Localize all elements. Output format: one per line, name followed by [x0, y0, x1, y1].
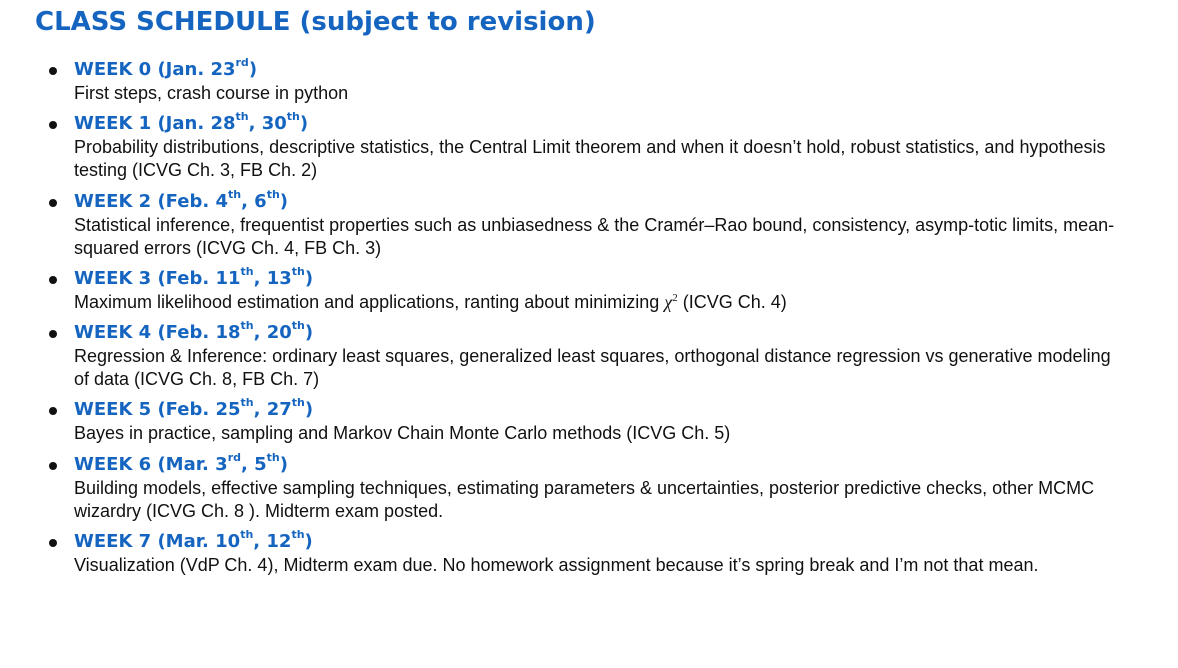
list-item-week-7: WEEK 7 (Mar. 10th, 12th) Visualization (… [0, 528, 1134, 577]
week-heading: WEEK 2 (Feb. 4th, 6th) [74, 187, 1134, 214]
bullet-icon [49, 539, 57, 548]
bullet-icon [49, 461, 57, 470]
week-heading: WEEK 5 (Feb. 25th, 27th) [74, 396, 1134, 422]
week-heading: WEEK 6 (Mar. 3rd, 5th) [74, 450, 1134, 477]
date-suffix: th [291, 319, 305, 333]
week-description: Probability distributions, descriptive s… [74, 137, 1106, 181]
bullet-icon [49, 121, 57, 130]
week-heading-date: , 20 [253, 322, 292, 344]
week-heading-label: WEEK 0 (Jan. 23 [74, 59, 236, 80]
week-heading-label: WEEK 7 (Mar. 10 [74, 531, 241, 553]
week-heading-label: WEEK 3 (Feb. 11 [74, 267, 241, 289]
date-suffix: th [266, 450, 280, 464]
week-description-text: Maximum likelihood estimation and applic… [74, 291, 665, 312]
bullet-icon [49, 275, 57, 284]
date-suffix: rd [235, 56, 249, 69]
date-suffix: th [240, 319, 254, 333]
date-suffix: th [291, 264, 305, 278]
chi-squared-symbol: χ2 [664, 292, 677, 312]
week-heading-label: WEEK 6 (Mar. 3 [74, 453, 228, 475]
list-item-week-6: WEEK 6 (Mar. 3rd, 5th) Building models, … [0, 450, 1134, 523]
date-suffix: th [286, 110, 300, 124]
list-item-week-5: WEEK 5 (Feb. 25th, 27th) Bayes in practi… [0, 396, 1134, 445]
list-item-week-0: WEEK 0 (Jan. 23rd) First steps, crash co… [0, 56, 1134, 105]
bullet-icon [49, 67, 57, 75]
week-heading-close: ) [279, 190, 289, 212]
week-heading-label: WEEK 5 (Feb. 25 [74, 399, 241, 421]
week-heading: WEEK 4 (Feb. 18th, 20th) [74, 319, 1134, 345]
week-heading-label: WEEK 1 (Jan. 28 [74, 113, 236, 135]
week-heading-label: WEEK 4 (Feb. 18 [74, 322, 241, 344]
bullet-icon [49, 198, 57, 207]
week-description: Bayes in practice, sampling and Markov C… [74, 423, 731, 444]
week-description: Maximum likelihood estimation and applic… [74, 291, 1129, 314]
week-heading: WEEK 0 (Jan. 23rd) [74, 56, 1134, 82]
date-suffix: th [235, 110, 249, 124]
list-item-week-4: WEEK 4 (Feb. 18th, 20th) Regression & In… [0, 319, 1134, 391]
date-suffix: th [240, 264, 254, 278]
week-description: Visualization (VdP Ch. 4), Midterm exam … [74, 555, 1039, 576]
week-heading-date: , 13 [253, 267, 292, 289]
week-description: Regression & Inference: ordinary least s… [74, 346, 1111, 390]
list-item-week-2: WEEK 2 (Feb. 4th, 6th) Statistical infer… [0, 187, 1134, 260]
week-heading: WEEK 7 (Mar. 10th, 12th) [74, 528, 1134, 554]
bullet-icon [49, 330, 57, 339]
week-description: First steps, crash course in python [74, 83, 349, 103]
week-heading-date: , 27 [253, 399, 292, 421]
date-suffix: rd [227, 450, 241, 464]
week-heading-date: , 12 [253, 531, 292, 553]
page-title: CLASS SCHEDULE (subject to revision) [35, 7, 596, 37]
week-heading-close: ) [304, 322, 314, 344]
schedule-page: CLASS SCHEDULE (subject to revision) WEE… [0, 0, 1178, 668]
date-suffix: th [266, 187, 280, 201]
date-suffix: th [291, 528, 305, 542]
bullet-icon [49, 407, 57, 416]
week-description: Statistical inference, frequentist prope… [74, 214, 1115, 258]
week-description-text: (ICVG Ch. 4) [677, 291, 787, 312]
week-heading-label: WEEK 2 (Feb. 4 [74, 190, 228, 212]
week-heading: WEEK 3 (Feb. 11th, 13th) [74, 264, 1134, 291]
week-heading-date: , 6 [241, 190, 267, 212]
date-suffix: th [227, 187, 242, 201]
week-heading: WEEK 1 (Jan. 28th, 30th) [74, 110, 1134, 136]
list-item-week-3: WEEK 3 (Feb. 11th, 13th) Maximum likelih… [0, 264, 1134, 314]
schedule-list: WEEK 0 (Jan. 23rd) First steps, crash co… [0, 56, 1178, 584]
week-heading-close: ) [304, 267, 314, 289]
week-heading-close: ) [279, 453, 288, 475]
week-heading-close: ) [299, 113, 309, 135]
week-heading-close: ) [248, 59, 258, 80]
week-heading-close: ) [304, 531, 313, 553]
week-description: Building models, effective sampling tech… [74, 477, 1095, 521]
date-suffix: th [240, 528, 254, 542]
week-heading-date: , 5 [241, 453, 267, 475]
week-heading-close: ) [304, 399, 314, 421]
week-heading-date: , 30 [248, 113, 287, 135]
list-item-week-1: WEEK 1 (Jan. 28th, 30th) Probability dis… [0, 110, 1134, 182]
date-suffix: th [240, 396, 254, 410]
date-suffix: th [291, 396, 305, 410]
